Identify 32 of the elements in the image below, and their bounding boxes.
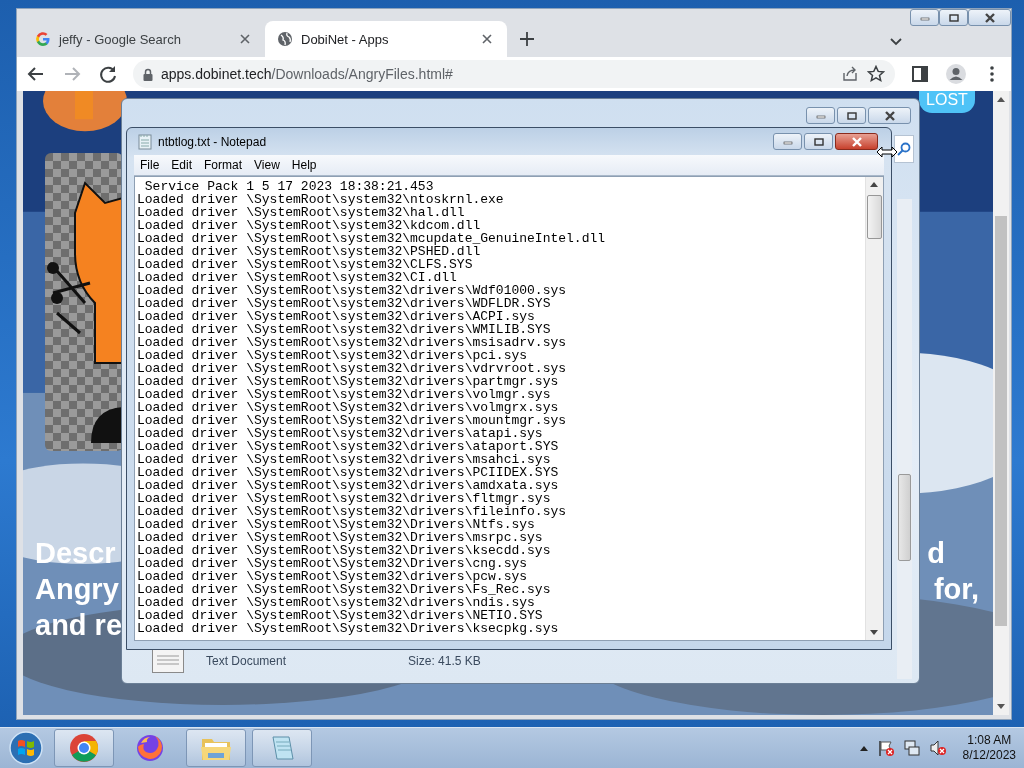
lock-icon [143,67,153,81]
maximize-icon [948,13,959,22]
browser-icon [135,733,165,763]
browser-icon [69,733,99,763]
g-logo-icon [35,31,51,47]
plus-icon[interactable] [517,29,537,49]
minimize-icon [919,14,930,21]
side-panel-icon[interactable] [909,63,931,85]
taskbar-button[interactable] [186,729,246,767]
star-icon[interactable] [867,65,885,83]
globe-icon [277,31,293,47]
maximize-button[interactable] [939,9,968,26]
show-hidden-icons-icon[interactable] [858,745,869,751]
browser-tab[interactable]: jeffy - Google Search [23,21,265,57]
clock-date: 8/12/2023 [962,748,1016,763]
close-icon [983,12,996,23]
taskbar-button[interactable] [54,729,114,767]
volume-muted-icon[interactable] [928,739,947,757]
chevron-down-icon[interactable] [889,37,903,47]
clock-time: 1:08 AM [967,733,1012,748]
up-arrow-icon[interactable] [997,97,1005,102]
down-arrow-icon[interactable] [997,704,1005,709]
share-icon[interactable] [841,65,859,83]
scrollbar-thumb[interactable] [995,216,1007,626]
close-button[interactable] [968,9,1011,26]
address-bar[interactable]: apps.dobinet.tech/Downloads/AngryFiles.html# [133,60,895,88]
network-icon[interactable] [902,739,921,757]
scrollbar[interactable] [993,91,1009,715]
profile-icon[interactable] [945,63,967,85]
minimize-button[interactable] [910,9,939,26]
flag-icon[interactable] [876,739,895,757]
browser-tab[interactable]: DobiNet - Apps [265,21,507,57]
